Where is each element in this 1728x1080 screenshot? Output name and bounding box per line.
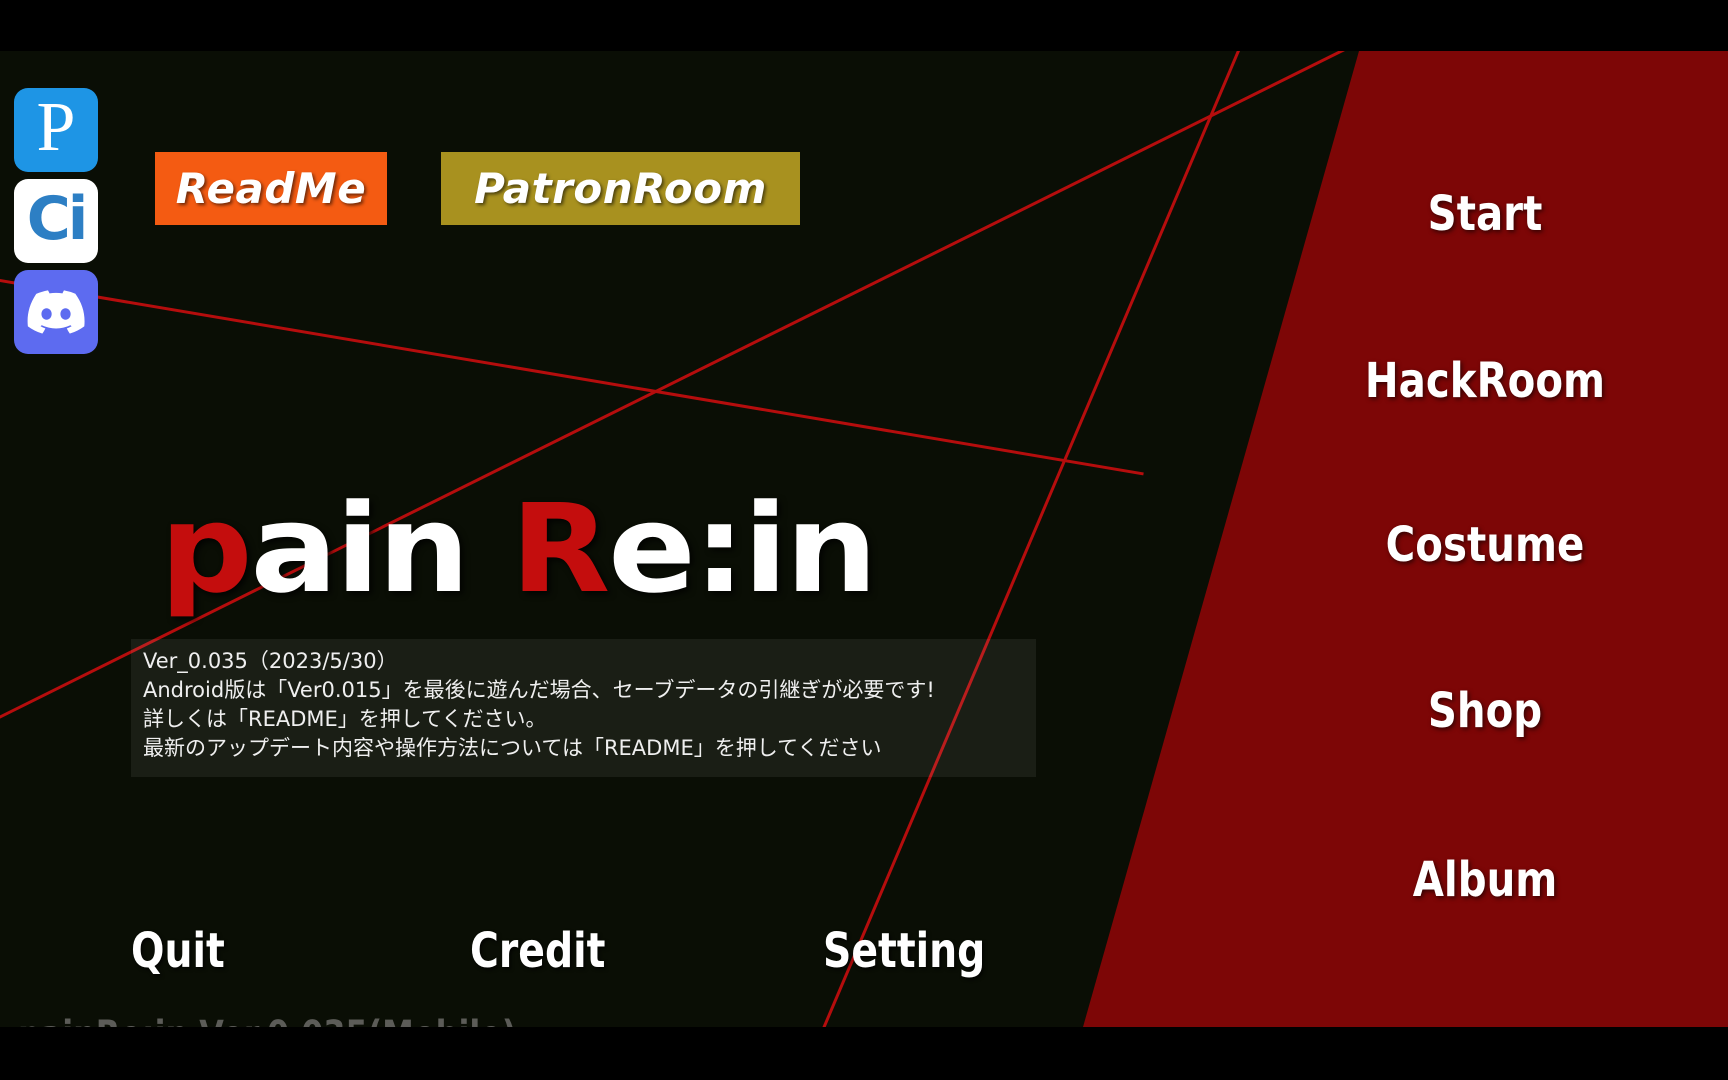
menu-item-start[interactable]: Start (1346, 186, 1623, 242)
discord-logo-glyph (14, 270, 98, 354)
patron-room-button[interactable]: PatronRoom (441, 152, 800, 225)
menu-item-shop[interactable]: Shop (1346, 683, 1623, 739)
version-notice-panel: Ver_0.035（2023/5/30） Android版は「Ver0.015」… (131, 639, 1036, 777)
patreon-icon[interactable]: P (14, 88, 98, 172)
notice-line-version: Ver_0.035（2023/5/30） (143, 649, 398, 673)
menu-item-album[interactable]: Album (1346, 852, 1623, 908)
ci-en-ci-glyph: Ci (26, 184, 89, 254)
setting-button[interactable]: Setting (823, 923, 985, 979)
letterbox-top (0, 0, 1728, 51)
letterbox-bottom (0, 1027, 1728, 1080)
version-watermark: painRe:in Ver.0.035(Mobile) (18, 1014, 516, 1028)
credit-button[interactable]: Credit (470, 923, 605, 979)
patreon-p-glyph: P (36, 89, 76, 166)
social-links-column: P Ci (14, 88, 100, 361)
ci-en-icon[interactable]: Ci (14, 179, 98, 263)
notice-line-android: Android版は「Ver0.015」を最後に遊んだ場合、セーブデータの引継ぎが… (143, 678, 935, 702)
readme-button[interactable]: ReadMe (155, 152, 387, 225)
title-text-ain: ain (250, 478, 511, 620)
title-text-ein: e:in (608, 478, 877, 620)
notice-line-readme-detail: 詳しくは「README」を押してください。 (143, 707, 547, 731)
game-stage: P Ci ReadMe PatronRoom pain Re:in Ver_0.… (0, 51, 1728, 1027)
menu-item-hackroom[interactable]: HackRoom (1346, 353, 1623, 409)
game-title-screen: P Ci ReadMe PatronRoom pain Re:in Ver_0.… (0, 0, 1728, 1080)
notice-line-readme-update: 最新のアップデート内容や操作方法については「README」を押してください (143, 736, 882, 760)
title-letter-r: R (510, 478, 611, 620)
menu-item-costume[interactable]: Costume (1346, 517, 1623, 573)
title-letter-p: p (160, 478, 253, 620)
red-slash-line-2 (0, 279, 1144, 476)
discord-icon[interactable] (14, 270, 98, 354)
quit-button[interactable]: Quit (131, 923, 225, 979)
game-title-logo: pain Re:in (160, 488, 878, 610)
